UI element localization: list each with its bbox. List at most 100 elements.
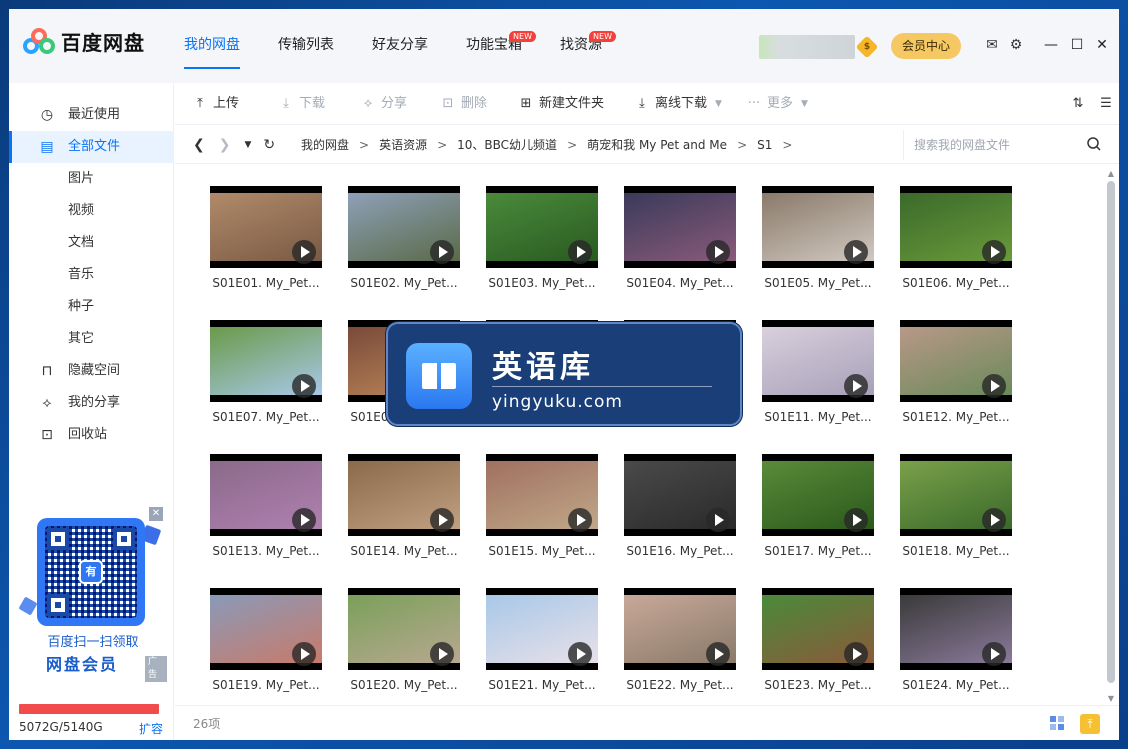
file-tile[interactable]: S01E11. My_Pet...	[762, 308, 874, 424]
gear-icon[interactable]: ⚙	[1008, 37, 1024, 53]
search-icon[interactable]	[1086, 136, 1102, 152]
video-thumbnail[interactable]	[624, 186, 736, 268]
file-tile[interactable]: S01E04. My_Pet...	[624, 174, 736, 290]
sidebar-item-3[interactable]: 视频	[9, 195, 174, 227]
scroll-down-icon[interactable]: ▼	[1107, 694, 1115, 703]
list-view-button[interactable]: ☰	[1099, 83, 1119, 125]
search-box[interactable]	[903, 130, 1103, 160]
file-tile[interactable]: S01E07. My_Pet...	[210, 308, 322, 424]
play-icon[interactable]	[430, 508, 454, 532]
share-button[interactable]: ⟡ 分享	[361, 83, 407, 125]
video-thumbnail[interactable]	[900, 320, 1012, 402]
play-icon[interactable]	[706, 508, 730, 532]
sidebar-item-2[interactable]: 图片	[9, 163, 174, 195]
video-thumbnail[interactable]	[348, 588, 460, 670]
new-folder-button[interactable]: ⊞ 新建文件夹	[519, 83, 604, 125]
sidebar-item-9[interactable]: ⟡ 我的分享	[9, 387, 174, 419]
video-thumbnail[interactable]	[900, 186, 1012, 268]
history-dropdown-icon[interactable]: ▼	[244, 140, 251, 150]
breadcrumb-item[interactable]: 我的网盘	[301, 138, 349, 152]
video-thumbnail[interactable]	[624, 588, 736, 670]
file-tile[interactable]: S01E03. My_Pet...	[486, 174, 598, 290]
upload-queue-icon[interactable]: ⤒	[1080, 714, 1100, 734]
play-icon[interactable]	[430, 240, 454, 264]
play-icon[interactable]	[844, 642, 868, 666]
play-icon[interactable]	[982, 508, 1006, 532]
play-icon[interactable]	[982, 642, 1006, 666]
file-tile[interactable]: S01E06. My_Pet...	[900, 174, 1012, 290]
nav-tab-0[interactable]: 我的网盘	[184, 9, 240, 83]
maximize-icon[interactable]: ☐	[1069, 37, 1085, 53]
search-input[interactable]	[914, 136, 1074, 154]
vip-center-button[interactable]: 会员中心	[891, 33, 961, 59]
video-thumbnail[interactable]	[900, 454, 1012, 536]
breadcrumb-item[interactable]: S1	[757, 138, 772, 152]
video-thumbnail[interactable]	[762, 186, 874, 268]
video-thumbnail[interactable]	[762, 454, 874, 536]
file-tile[interactable]: S01E24. My_Pet...	[900, 576, 1012, 692]
scroll-thumb[interactable]	[1107, 181, 1115, 683]
video-thumbnail[interactable]	[486, 186, 598, 268]
video-thumbnail[interactable]	[210, 454, 322, 536]
file-tile[interactable]: S01E20. My_Pet...	[348, 576, 460, 692]
play-icon[interactable]	[292, 374, 316, 398]
video-thumbnail[interactable]	[762, 320, 874, 402]
nav-tab-2[interactable]: 好友分享	[372, 9, 428, 83]
file-tile[interactable]: S01E23. My_Pet...	[762, 576, 874, 692]
video-thumbnail[interactable]	[210, 320, 322, 402]
breadcrumb-item[interactable]: 10、BBC幼儿频道	[457, 138, 557, 152]
minimize-icon[interactable]: —	[1043, 37, 1059, 53]
qr-code[interactable]: 有	[37, 518, 145, 626]
file-tile[interactable]: S01E21. My_Pet...	[486, 576, 598, 692]
sidebar-item-4[interactable]: 文档	[9, 227, 174, 259]
back-icon[interactable]: ❮	[193, 137, 205, 153]
delete-button[interactable]: ⊡ 删除	[441, 83, 487, 125]
video-thumbnail[interactable]	[210, 186, 322, 268]
forward-icon[interactable]: ❯	[219, 137, 231, 153]
refresh-icon[interactable]: ↻	[263, 137, 275, 153]
play-icon[interactable]	[706, 240, 730, 264]
nav-tab-1[interactable]: 传输列表	[278, 9, 334, 83]
download-button[interactable]: ⤓ 下载	[279, 83, 325, 125]
file-tile[interactable]: S01E17. My_Pet...	[762, 442, 874, 558]
promo-close-icon[interactable]: ✕	[149, 507, 163, 521]
sidebar-item-6[interactable]: 种子	[9, 291, 174, 323]
file-tile[interactable]: S01E18. My_Pet...	[900, 442, 1012, 558]
play-icon[interactable]	[568, 240, 592, 264]
promo-card[interactable]: 有 ✕ 百度扫一扫领取 网盘会员 广告	[18, 507, 167, 682]
play-icon[interactable]	[568, 508, 592, 532]
coin-icon[interactable]: $	[855, 35, 879, 59]
play-icon[interactable]	[292, 642, 316, 666]
sidebar-item-0[interactable]: ◷ 最近使用	[9, 99, 174, 131]
file-tile[interactable]: S01E14. My_Pet...	[348, 442, 460, 558]
video-thumbnail[interactable]	[348, 186, 460, 268]
video-thumbnail[interactable]	[624, 454, 736, 536]
play-icon[interactable]	[844, 240, 868, 264]
file-tile[interactable]: S01E01. My_Pet...	[210, 174, 322, 290]
file-tile[interactable]: S01E05. My_Pet...	[762, 174, 874, 290]
file-tile[interactable]: S01E22. My_Pet...	[624, 576, 736, 692]
file-tile[interactable]: S01E12. My_Pet...	[900, 308, 1012, 424]
play-icon[interactable]	[706, 642, 730, 666]
nav-tab-3[interactable]: 功能宝箱 NEW	[466, 9, 536, 83]
sidebar-item-8[interactable]: ⊓ 隐藏空间	[9, 355, 174, 387]
file-tile[interactable]: S01E02. My_Pet...	[348, 174, 460, 290]
file-tile[interactable]: S01E15. My_Pet...	[486, 442, 598, 558]
play-icon[interactable]	[430, 642, 454, 666]
play-icon[interactable]	[982, 240, 1006, 264]
video-thumbnail[interactable]	[762, 588, 874, 670]
play-icon[interactable]	[844, 508, 868, 532]
close-icon[interactable]: ✕	[1094, 37, 1110, 53]
play-icon[interactable]	[292, 508, 316, 532]
scrollbar[interactable]: ▲ ▼	[1105, 167, 1117, 703]
expand-storage-link[interactable]: 扩容	[139, 720, 163, 737]
upload-button[interactable]: ⤒ 上传	[193, 83, 239, 125]
sidebar-item-1[interactable]: ▤ 全部文件	[9, 131, 174, 163]
video-thumbnail[interactable]	[900, 588, 1012, 670]
scroll-up-icon[interactable]: ▲	[1107, 169, 1115, 178]
play-icon[interactable]	[844, 374, 868, 398]
sidebar-item-5[interactable]: 音乐	[9, 259, 174, 291]
video-thumbnail[interactable]	[486, 588, 598, 670]
grid-view-icon[interactable]	[1049, 715, 1065, 731]
sidebar-item-7[interactable]: 其它	[9, 323, 174, 355]
